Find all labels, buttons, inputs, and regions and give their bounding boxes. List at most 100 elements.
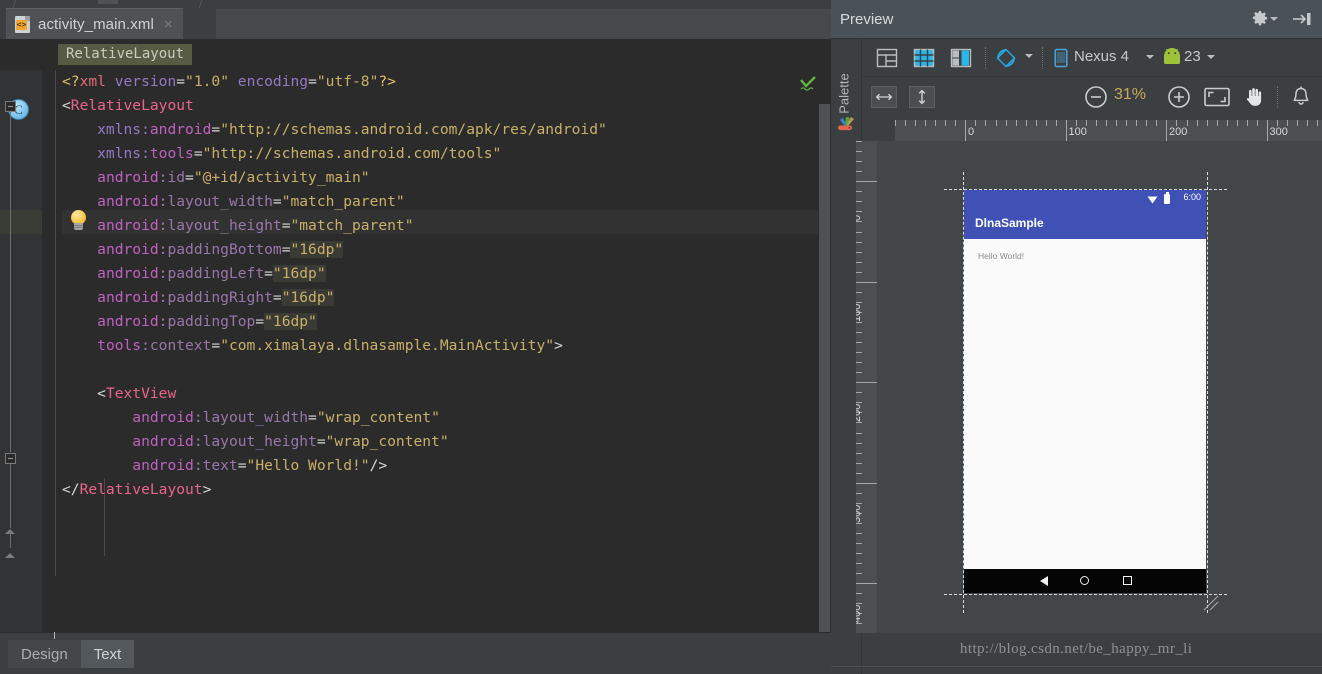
code-line[interactable]: <RelativeLayout: [62, 94, 831, 118]
device-preview[interactable]: 6:00 DlnaSample Hello World!: [964, 190, 1206, 593]
code-line[interactable]: tools:context="com.ximalaya.dlnasample.M…: [62, 334, 831, 358]
home-circle-icon[interactable]: [1080, 576, 1089, 585]
code-line[interactable]: android:paddingLeft="16dp": [62, 262, 831, 286]
breadcrumb[interactable]: RelativeLayout: [58, 44, 193, 65]
code-text[interactable]: <?xml version="1.0" encoding="utf-8"?> <R…: [62, 70, 831, 632]
tab-design[interactable]: Design: [8, 640, 81, 668]
editor-scrollbar-thumb[interactable]: [819, 104, 830, 632]
editor-gutter[interactable]: [0, 70, 42, 632]
fold-end-arrow-relativelayout[interactable]: [5, 553, 15, 558]
code-token: =: [237, 457, 247, 474]
layout-blueprint-icon[interactable]: [913, 47, 935, 69]
ok-check-icon[interactable]: [799, 76, 817, 92]
code-token: encoding: [237, 73, 309, 90]
code-token: =: [193, 145, 203, 162]
back-triangle-icon[interactable]: [1040, 576, 1048, 586]
code-line[interactable]: <TextView: [62, 382, 831, 406]
resize-corner-handle[interactable]: [1202, 594, 1220, 612]
ruler-minor-tick: [1226, 120, 1228, 126]
recents-square-icon[interactable]: [1123, 576, 1132, 585]
editor-scrollbar-track[interactable]: [818, 70, 831, 632]
code-line[interactable]: android:paddingBottom="16dp": [62, 238, 831, 262]
minimize-window-icon[interactable]: [1292, 11, 1312, 27]
code-token: tools: [97, 337, 142, 354]
api-level-label[interactable]: 23: [1184, 48, 1201, 65]
code-line[interactable]: xmlns:tools="http://schemas.android.com/…: [62, 142, 831, 166]
ruler-minor-tick: [856, 201, 862, 203]
hand-pan-icon[interactable]: [1242, 85, 1266, 109]
ruler-minor-tick: [856, 543, 862, 544]
ruler-minor-tick: [856, 392, 862, 394]
ruler-minor-tick: [856, 462, 862, 464]
ruler-minor-tick: [1005, 120, 1007, 126]
fold-marker-textview[interactable]: [5, 453, 16, 464]
chevron-down-icon[interactable]: [1146, 55, 1154, 59]
code-line[interactable]: android:paddingTop="16dp": [62, 310, 831, 334]
ruler-minor-tick: [856, 211, 862, 213]
code-folding-strip[interactable]: [42, 70, 62, 632]
editor-tab-activity-main-xml[interactable]: <> activity_main.xml ×: [6, 8, 183, 40]
code-token: android: [132, 457, 194, 474]
ruler-major-tick: [856, 382, 877, 384]
ruler-minor-tick: [856, 452, 862, 454]
code-line[interactable]: android:layout_width="match_parent": [62, 190, 831, 214]
ruler-minor-tick: [1136, 120, 1138, 126]
minus-circle-icon[interactable]: [1084, 85, 1108, 109]
vertical-resize-icon[interactable]: [909, 86, 935, 108]
code-token: "utf-8": [316, 73, 379, 90]
code-line[interactable]: android:layout_height="wrap_content": [62, 430, 831, 454]
code-line[interactable]: <?xml version="1.0" encoding="utf-8"?>: [62, 70, 831, 94]
code-token: "Hello World!": [246, 457, 370, 474]
ruler-minor-tick: [1317, 120, 1319, 126]
ruler-minor-tick: [856, 321, 862, 323]
code-token: xmlns:: [62, 121, 150, 138]
layout-both-icon[interactable]: [950, 47, 972, 69]
chevron-down-icon[interactable]: [1207, 55, 1215, 59]
plus-circle-icon[interactable]: [1167, 85, 1191, 109]
chevron-down-icon[interactable]: [1025, 54, 1033, 58]
layout-design-icon[interactable]: [876, 47, 898, 69]
code-line[interactable]: </RelativeLayout>: [62, 478, 831, 502]
code-token: :id: [158, 169, 186, 186]
ruler-major-tick: [1166, 120, 1168, 141]
ruler-major-tick: [1266, 120, 1268, 141]
editor-caret-bottom-marker: [54, 632, 55, 639]
code-token: android: [97, 289, 159, 306]
code-line[interactable]: android:layout_height="match_parent": [62, 214, 831, 238]
code-line[interactable]: android:layout_width="wrap_content": [62, 406, 831, 430]
ruler-minor-tick: [856, 352, 862, 354]
code-token: "wrap_content": [316, 409, 440, 426]
code-token: =: [308, 409, 317, 426]
wifi-icon: [1147, 196, 1158, 204]
close-icon[interactable]: ×: [164, 17, 173, 32]
hidden-tab-sliver: [98, 0, 118, 4]
fold-marker-relativelayout[interactable]: [5, 101, 16, 112]
bell-icon[interactable]: [1290, 85, 1312, 109]
chevron-down-icon[interactable]: [1270, 17, 1278, 21]
horizontal-resize-icon[interactable]: [871, 86, 897, 108]
xml-file-icon-badge: <>: [16, 20, 27, 30]
code-token: <: [62, 97, 71, 114]
code-line[interactable]: android:text="Hello World!"/>: [62, 454, 831, 478]
code-token: =: [211, 337, 221, 354]
code-line[interactable]: android:id="@+id/activity_main": [62, 166, 831, 190]
gear-icon[interactable]: [1252, 10, 1268, 27]
code-token: android: [149, 121, 212, 138]
watermark-url: http://blog.csdn.net/be_happy_mr_li: [960, 641, 1193, 657]
ruler-minor-tick: [856, 533, 862, 534]
rotate-device-icon[interactable]: [995, 47, 1017, 69]
code-token: =: [255, 313, 265, 330]
tab-text[interactable]: Text: [80, 640, 135, 668]
code-line[interactable]: [62, 358, 831, 382]
code-token: :layout_height: [193, 433, 317, 450]
fit-screen-icon[interactable]: [1204, 87, 1230, 107]
code-line[interactable]: xmlns:android="http://schemas.android.co…: [62, 118, 831, 142]
code-editor-area[interactable]: C <?xml version="1.0" encoding="utf-8"?>…: [0, 70, 831, 632]
ruler-minor-tick: [895, 120, 896, 126]
code-line[interactable]: android:paddingRight="16dp": [62, 286, 831, 310]
vertical-ruler: 0 100 200 300 400: [856, 141, 877, 633]
device-selector-label[interactable]: Nexus 4: [1074, 48, 1129, 65]
